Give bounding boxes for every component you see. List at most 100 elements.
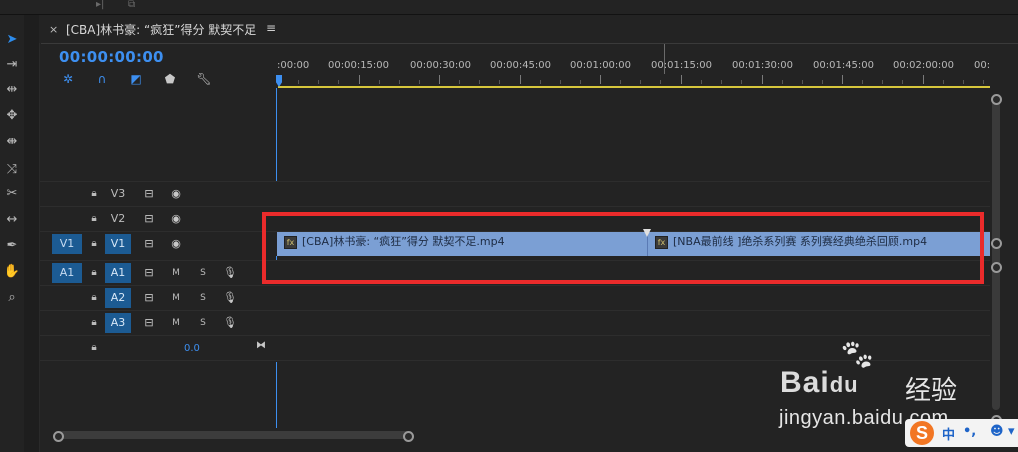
ruler-minor-tick <box>318 80 319 84</box>
solo-button[interactable]: S <box>197 316 209 330</box>
sync-lock-icon[interactable]: ⊟ <box>142 291 156 305</box>
track-row <box>40 285 990 310</box>
ime-language-toggle[interactable]: 中 <box>942 424 955 443</box>
sync-lock-icon[interactable]: ⊟ <box>142 266 156 280</box>
pen-tool-icon[interactable]: ✒ <box>3 237 21 255</box>
source-patch-v1[interactable]: V1 <box>52 234 82 254</box>
popout-icon[interactable]: ⧉ <box>128 0 140 10</box>
ruler-minor-tick <box>459 80 460 84</box>
snap-magnet-icon[interactable]: ∩ <box>94 71 110 87</box>
mute-button[interactable]: M <box>170 316 182 330</box>
track-name-a1[interactable]: A1 <box>105 263 131 283</box>
track-lock-icon[interactable]: 🔒︎ <box>88 238 100 250</box>
rolling-edit-icon[interactable]: ✥ <box>3 107 21 125</box>
zoom-handle-right[interactable] <box>403 431 414 442</box>
ruler-minor-tick <box>640 80 641 84</box>
close-tab-icon[interactable]: × <box>49 23 58 36</box>
horizontal-scroll-thumb[interactable] <box>59 431 409 439</box>
voiceover-mic-icon[interactable]: 🎙︎ <box>223 266 237 280</box>
ruler-minor-tick <box>741 80 742 84</box>
ruler-minor-tick <box>560 80 561 84</box>
scroll-handle-top[interactable] <box>991 94 1002 105</box>
ruler-label: :00:00 <box>277 60 310 71</box>
ime-emoji-icon[interactable]: ☻ <box>990 424 1004 439</box>
sync-lock-icon[interactable]: ⊟ <box>142 212 156 226</box>
ruler-minor-tick <box>379 80 380 84</box>
track-lock-icon[interactable]: 🔒︎ <box>88 292 100 304</box>
ruler-minor-tick <box>399 80 400 84</box>
ruler-label: 00:02:00:00 <box>893 60 955 71</box>
ime-punctuation-toggle[interactable]: •, <box>963 424 976 439</box>
export-frame-icon[interactable]: ▸| <box>96 0 108 10</box>
playhead-timecode[interactable]: 00:00:00:00 <box>59 48 164 66</box>
ruler-major-tick <box>842 75 843 84</box>
mute-button[interactable]: M <box>170 291 182 305</box>
track-row <box>40 310 990 335</box>
track-name-v3[interactable]: V3 <box>105 184 131 204</box>
go-to-end-icon[interactable]: ⧓ <box>256 340 266 351</box>
sequence-tab-title[interactable]: [CBA]林书豪: “疯狂”得分 默契不足 <box>66 21 256 38</box>
nest-sequence-icon[interactable]: ✲ <box>60 71 76 87</box>
ruler-minor-tick <box>701 80 702 84</box>
ruler-minor-tick <box>782 80 783 84</box>
selection-tool-icon[interactable]: ➤ <box>3 31 21 49</box>
track-lock-icon[interactable]: 🔒︎ <box>88 188 100 200</box>
zoom-tool-icon[interactable]: ⌕ <box>3 289 21 307</box>
sogou-ime-logo[interactable]: S <box>910 421 934 445</box>
hand-tool-icon[interactable]: ✋ <box>3 263 21 281</box>
ruler-label: 00:00:45:00 <box>490 60 552 71</box>
ruler-minor-tick <box>943 80 944 84</box>
ruler-minor-tick <box>540 80 541 84</box>
timeline-settings-wrench-icon[interactable]: 🔧︎ <box>196 71 212 87</box>
mute-button[interactable]: M <box>170 266 182 280</box>
ruler-minor-tick <box>882 80 883 84</box>
voiceover-mic-icon[interactable]: 🎙︎ <box>223 291 237 305</box>
solo-button[interactable]: S <box>197 291 209 305</box>
slip-tool-icon[interactable]: ⤨ <box>3 161 21 179</box>
top-strip: ▸| ⧉ <box>0 0 1018 15</box>
track-lock-icon[interactable]: 🔒︎ <box>88 213 100 225</box>
ruler-label: 00:01:15:00 <box>651 60 713 71</box>
work-area-bar[interactable] <box>278 86 990 88</box>
solo-button[interactable]: S <box>197 266 209 280</box>
toggle-output-eye-icon[interactable]: ◉ <box>169 212 183 226</box>
sync-lock-icon[interactable]: ⊟ <box>142 187 156 201</box>
master-lock-icon[interactable]: 🔒︎ <box>88 342 100 354</box>
ripple-edit-icon[interactable]: ⇹ <box>3 81 21 99</box>
master-volume-value[interactable]: 0.0 <box>184 343 200 354</box>
toggle-output-eye-icon[interactable]: ◉ <box>169 237 183 251</box>
track-name-a2[interactable]: A2 <box>105 288 131 308</box>
ruler-label: 00:01:30:00 <box>732 60 794 71</box>
track-select-forward-icon[interactable]: ⇥ <box>3 56 21 74</box>
track-lock-icon[interactable]: 🔒︎ <box>88 317 100 329</box>
voiceover-mic-icon[interactable]: 🎙︎ <box>223 316 237 330</box>
source-patch-a1[interactable]: A1 <box>52 263 82 283</box>
ruler-minor-tick <box>580 80 581 84</box>
track-name-v1[interactable]: V1 <box>105 234 131 254</box>
watermark-subtitle: 经验 <box>905 376 958 406</box>
track-name-a3[interactable]: A3 <box>105 313 131 333</box>
track-name-v2[interactable]: V2 <box>105 209 131 229</box>
scroll-handle[interactable] <box>991 262 1002 273</box>
ruler-label: 00: <box>974 60 991 71</box>
scroll-handle[interactable] <box>991 238 1002 249</box>
panel-menu-icon[interactable]: ≡ <box>266 21 276 35</box>
add-marker-icon[interactable]: ⬟ <box>162 71 178 87</box>
tools-panel: ➤ ⇥ ⇹ ✥ ⇼ ⤨ ✂ ↔ ✒ ✋ ⌕ <box>0 15 24 452</box>
ruler-minor-tick <box>822 80 823 84</box>
highlight-annotation-box <box>262 212 984 284</box>
razor-tool-icon[interactable]: ✂ <box>3 185 21 203</box>
toggle-output-eye-icon[interactable]: ◉ <box>169 187 183 201</box>
ruler-minor-tick <box>963 80 964 84</box>
zoom-handle-left[interactable] <box>53 431 64 442</box>
ime-more-icon[interactable]: ▾ <box>1008 424 1015 439</box>
track-lock-icon[interactable]: 🔒︎ <box>88 267 100 279</box>
sync-lock-icon[interactable]: ⊟ <box>142 316 156 330</box>
ruler-label: 00:00:30:00 <box>410 60 472 71</box>
vertical-scroll-thumb[interactable] <box>992 100 1000 410</box>
slide-tool-icon[interactable]: ↔ <box>3 211 21 229</box>
rate-stretch-icon[interactable]: ⇼ <box>3 133 21 151</box>
sync-lock-icon[interactable]: ⊟ <box>142 237 156 251</box>
linked-selection-icon[interactable]: ◩ <box>128 71 144 87</box>
ruler-major-tick <box>520 75 521 84</box>
